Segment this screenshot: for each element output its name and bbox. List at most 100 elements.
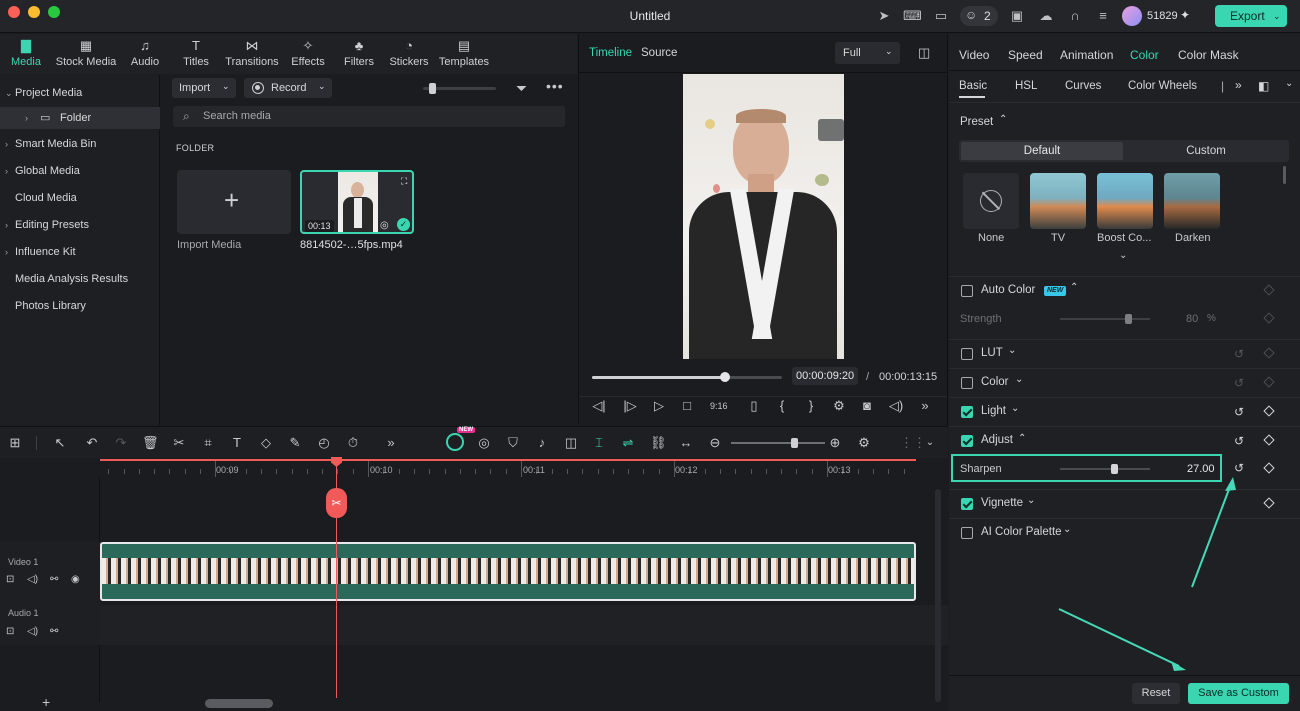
- more-tools-icon[interactable]: »: [383, 435, 399, 451]
- media-clip-thumbnail[interactable]: ⛶ 00:13 ◎ ✓: [300, 170, 414, 234]
- import-media-card[interactable]: +: [177, 170, 291, 234]
- link-icon[interactable]: ⚯: [50, 626, 58, 637]
- sidebar-item-global-media[interactable]: › Global Media: [0, 160, 160, 182]
- sidebar-item-influence-kit[interactable]: › Influence Kit: [0, 241, 160, 263]
- zoom-out-icon[interactable]: ⊖: [707, 435, 723, 451]
- split-scissors-icon[interactable]: ✂: [326, 488, 347, 518]
- shape-icon[interactable]: ◇: [258, 435, 274, 451]
- crop-icon[interactable]: ⌗: [200, 435, 216, 451]
- tab-templates[interactable]: ▤ Templates: [438, 38, 490, 68]
- import-dropdown[interactable]: Import ⌄: [172, 78, 236, 98]
- play-icon[interactable]: ▷: [651, 398, 667, 414]
- eye-icon[interactable]: ◉: [71, 574, 80, 585]
- grid-icon[interactable]: ⊞: [7, 435, 23, 451]
- slider-thumb[interactable]: [791, 438, 798, 448]
- send-icon[interactable]: ➤: [875, 8, 893, 24]
- sidebar-item-folder[interactable]: › ▭ Folder: [0, 107, 160, 129]
- sidebar-item-project-media[interactable]: ⌄ Project Media: [0, 82, 160, 104]
- audio-tool-icon[interactable]: ♪: [534, 435, 550, 451]
- aspect-ratio-icon[interactable]: 9:16: [710, 398, 728, 414]
- timeline-zoom-slider[interactable]: [731, 438, 825, 448]
- tab-source[interactable]: Source: [641, 47, 677, 59]
- menu-icon[interactable]: ≡: [1094, 8, 1112, 24]
- volume-icon[interactable]: ◁): [27, 626, 38, 637]
- text-icon[interactable]: T: [229, 435, 245, 451]
- prev-frame-icon[interactable]: ◁|: [591, 398, 607, 414]
- add-track-icon[interactable]: +: [42, 694, 50, 710]
- mark-in-icon[interactable]: {: [774, 398, 790, 414]
- avatar[interactable]: [1122, 6, 1142, 26]
- ai-assistant-icon[interactable]: [446, 433, 464, 451]
- magnetic-icon[interactable]: ⇌: [620, 435, 636, 451]
- search-input[interactable]: Search media: [203, 110, 271, 122]
- export-button[interactable]: Export ⌄: [1215, 5, 1287, 27]
- collab-button[interactable]: ☺ 2: [960, 6, 998, 26]
- volume-icon[interactable]: ◁): [27, 574, 38, 585]
- tab-stickers[interactable]: ◔ Stickers: [388, 38, 430, 68]
- horizontal-scrollbar[interactable]: [205, 699, 273, 708]
- layout-icon[interactable]: ▭: [932, 8, 950, 24]
- settings-icon[interactable]: ⚙: [831, 398, 847, 414]
- shield-icon[interactable]: ⛉: [505, 435, 521, 451]
- grip-icon[interactable]: ⋮⋮: [900, 435, 926, 451]
- tab-transitions[interactable]: ⋈ Transitions: [224, 38, 280, 68]
- keyboard-icon[interactable]: ⌨: [903, 8, 922, 24]
- sidebar-item-smart-media-bin[interactable]: › Smart Media Bin: [0, 133, 160, 155]
- undo-icon[interactable]: ↶: [84, 435, 100, 451]
- headset-icon[interactable]: ∩: [1066, 8, 1084, 24]
- search-media-field[interactable]: ⌕ Search media: [173, 106, 565, 127]
- sidebar-item-photos-library[interactable]: Photos Library: [0, 295, 160, 317]
- zoom-dropdown[interactable]: Full ⌄: [835, 42, 900, 64]
- video-preview[interactable]: [683, 74, 844, 359]
- video-clip[interactable]: [100, 542, 916, 601]
- tab-audio[interactable]: ♫ Audio: [128, 38, 162, 68]
- lock-icon[interactable]: ⊡: [6, 626, 14, 637]
- stop-icon[interactable]: □: [679, 398, 695, 414]
- more-controls-icon[interactable]: »: [917, 398, 933, 414]
- fullscreen-icon[interactable]: ⛶: [401, 176, 407, 187]
- auto-reframe-icon[interactable]: ◎: [476, 435, 492, 451]
- timer-icon[interactable]: ⏱: [345, 435, 361, 451]
- save-as-custom-button[interactable]: Save as Custom: [1188, 683, 1289, 704]
- tab-stock-media[interactable]: ▦ Stock Media: [55, 38, 117, 68]
- tab-titles[interactable]: T Titles: [180, 38, 212, 68]
- tab-filters[interactable]: ♣ Filters: [342, 38, 376, 68]
- zoom-in-icon[interactable]: ⊕: [827, 435, 843, 451]
- reset-button[interactable]: Reset: [1132, 683, 1180, 704]
- tab-media[interactable]: ▇ Media: [8, 38, 44, 68]
- delete-icon[interactable]: 🗑: [142, 435, 159, 451]
- thumbnail-size-slider[interactable]: [423, 83, 496, 94]
- audio-track-lane[interactable]: [100, 605, 948, 645]
- cloud-icon[interactable]: ☁: [1037, 8, 1055, 24]
- pen-icon[interactable]: ✎: [287, 435, 303, 451]
- mirror-icon[interactable]: ◫: [563, 435, 579, 451]
- snapshot-icon[interactable]: ◙: [859, 398, 875, 414]
- crop-icon[interactable]: ▯: [746, 398, 762, 414]
- sidebar-item-cloud-media[interactable]: Cloud Media: [0, 187, 160, 209]
- vertical-scrollbar[interactable]: [935, 489, 941, 702]
- scrubber-thumb[interactable]: [720, 372, 730, 382]
- volume-icon[interactable]: ◁): [888, 398, 904, 414]
- unlink-icon[interactable]: ⛓: [650, 435, 667, 451]
- slider-thumb[interactable]: [429, 83, 436, 94]
- tab-effects[interactable]: ✧ Effects: [290, 38, 326, 68]
- redo-icon[interactable]: ↷: [113, 435, 129, 451]
- filter-icon[interactable]: ⏷: [516, 80, 527, 97]
- next-frame-icon[interactable]: |▷: [622, 398, 638, 414]
- lock-icon[interactable]: ⊡: [6, 574, 14, 585]
- select-tool-icon[interactable]: ↖: [52, 435, 68, 451]
- timeline-ruler[interactable]: 00:09 00:10 00:11 00:12 00:13: [100, 459, 916, 477]
- save-icon[interactable]: ▣: [1008, 8, 1026, 24]
- more-options-icon[interactable]: •••: [546, 78, 564, 94]
- link-icon[interactable]: ⚯: [50, 574, 58, 585]
- record-dropdown[interactable]: Record ⌄: [244, 78, 332, 98]
- preview-scrubber[interactable]: [592, 372, 782, 382]
- sidebar-item-media-analysis[interactable]: Media Analysis Results: [0, 268, 160, 290]
- speed-icon[interactable]: ◴: [316, 435, 332, 451]
- timeline-settings-icon[interactable]: ⚙: [856, 435, 872, 451]
- snap-icon[interactable]: ⌶: [591, 435, 607, 451]
- split-icon[interactable]: ✂: [171, 435, 187, 451]
- fit-timeline-icon[interactable]: ↔: [678, 435, 694, 451]
- image-quality-icon[interactable]: ◫: [918, 45, 930, 61]
- tab-timeline[interactable]: Timeline: [589, 47, 632, 59]
